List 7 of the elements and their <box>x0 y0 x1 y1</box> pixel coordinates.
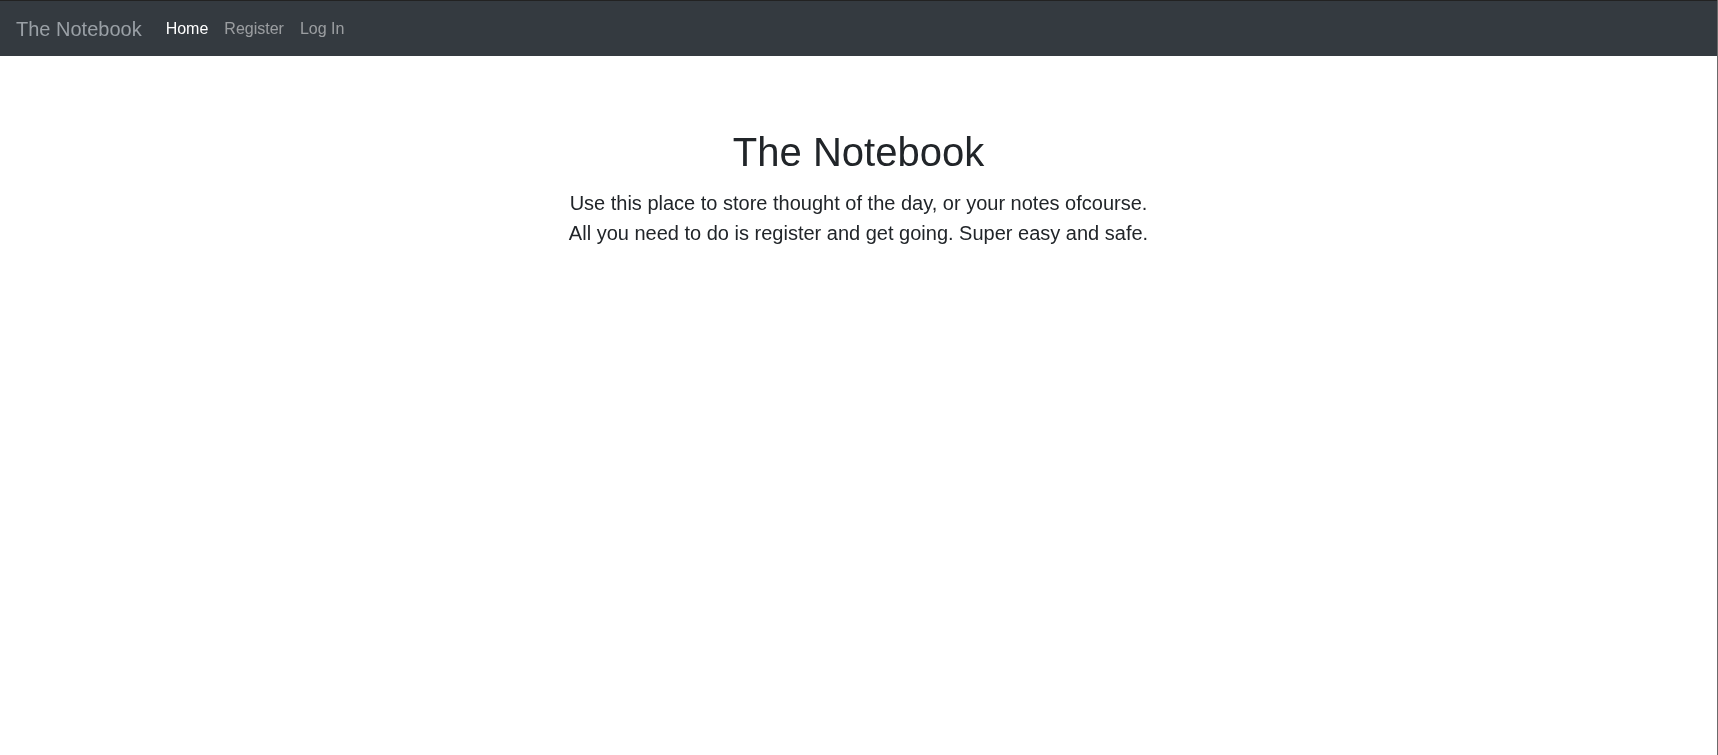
nav-link[interactable]: Log In <box>291 16 353 41</box>
intro-text: All you need to do is register and get going. Super easy and safe. <box>568 221 1149 246</box>
page-title: The Notebook <box>732 129 985 176</box>
nav-link[interactable]: Home <box>157 16 217 41</box>
brand-link[interactable]: The Notebook <box>16 13 142 44</box>
nav-link[interactable]: Register <box>216 16 292 41</box>
intro-text: Use this place to store thought of the day, or your notes ofcourse. <box>569 191 1148 216</box>
